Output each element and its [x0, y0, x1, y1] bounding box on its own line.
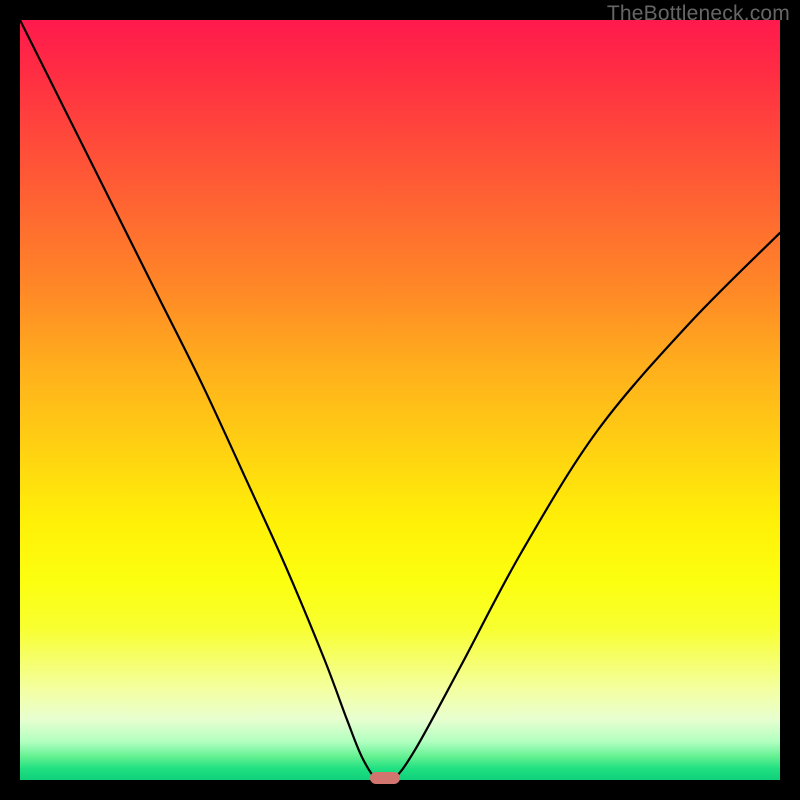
bottleneck-curve — [20, 20, 780, 780]
watermark-text: TheBottleneck.com — [607, 2, 790, 26]
chart-frame: TheBottleneck.com — [0, 0, 800, 800]
minimum-marker — [370, 772, 400, 784]
